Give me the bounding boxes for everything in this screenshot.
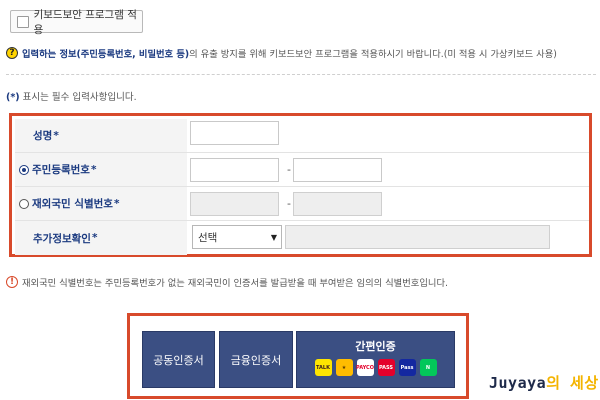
dropdown-arrow-icon: ▼ (270, 233, 277, 242)
foreign-id-label[interactable]: 재외국민 식별번호 * (15, 187, 187, 220)
foreign-id-first-input[interactable] (190, 192, 279, 216)
notice-highlight: 입력하는 정보(주민등록번호, 비밀번호 등) (22, 49, 190, 60)
dashed-divider (6, 74, 596, 75)
extra-info-select[interactable]: 선택 ▼ (192, 225, 282, 249)
certificate-options: 공동인증서 금융인증서 간편인증 TALK ★ PAYCO PASS Pass N (127, 313, 469, 399)
keyboard-notice: ? 입력하는 정보(주민등록번호, 비밀번호 등) 의 유출 방지를 위해 키보… (6, 46, 557, 60)
kb-icon: ★ (335, 359, 353, 376)
name-input[interactable] (190, 121, 279, 145)
simple-auth-icons: TALK ★ PAYCO PASS Pass N (314, 359, 437, 376)
foreign-id-radio[interactable] (19, 198, 29, 209)
foreign-id-second-input[interactable] (293, 192, 382, 216)
name-label: 성명 * (15, 119, 187, 152)
required-star: * (113, 197, 120, 210)
foreign-id-row: 재외국민 식별번호 * - (15, 187, 589, 221)
extra-info-input[interactable] (285, 225, 550, 249)
payco-icon: PAYCO (356, 359, 374, 376)
required-note-text: 표시는 필수 입력사항입니다. (19, 92, 137, 103)
required-note: (*) 표시는 필수 입력사항입니다. (6, 89, 137, 103)
rrn-label[interactable]: 주민등록번호 * (15, 153, 187, 186)
required-star: * (90, 163, 97, 176)
watermark-suffix: 의 세상 (546, 374, 599, 392)
warning-text: 재외국민 식별번호는 주민등록번호가 없는 재외국민이 인증서를 발급받을 때 … (22, 278, 448, 289)
extra-info-select-value: 선택 (198, 231, 218, 244)
rrn-second-input[interactable] (293, 158, 382, 182)
simple-auth-label: 간편인증 (355, 340, 396, 353)
name-row: 성명 * (15, 119, 589, 153)
rrn-row: 주민등록번호 * - (15, 153, 589, 187)
notice-text: 의 유출 방지를 위해 키보드보안 프로그램을 적용하시기 바랍니다.(미 적용… (189, 49, 557, 60)
pass-icon: PASS (377, 359, 395, 376)
keyboard-security-button[interactable]: 키보드보안 프로그램 적용 (10, 9, 143, 36)
keyboard-security-checkbox[interactable] (17, 15, 29, 28)
extra-info-row: 추가정보확인 * 선택 ▼ (15, 221, 589, 255)
simple-auth-button[interactable]: 간편인증 TALK ★ PAYCO PASS Pass N (296, 331, 455, 388)
required-star-marker: (*) (6, 92, 20, 103)
exclamation-circle-icon: ! (6, 276, 18, 288)
finance-certificate-button[interactable]: 금융인증서 (219, 331, 293, 388)
keyboard-security-label: 키보드보안 프로그램 적용 (33, 8, 137, 36)
extra-info-label: 추가정보확인 * (15, 221, 187, 255)
samsung-pass-icon: Pass (398, 359, 416, 376)
foreign-id-dash: - (287, 197, 291, 210)
required-star: * (91, 232, 98, 244)
foreign-id-warning: ! 재외국민 식별번호는 주민등록번호가 없는 재외국민이 인증서를 발급받을 … (6, 275, 448, 289)
required-star: * (53, 129, 59, 142)
kakao-icon: TALK (314, 359, 332, 376)
watermark-prefix: Juyaya (489, 374, 547, 392)
naver-icon: N (419, 359, 437, 376)
watermark: Juyaya의 세상 (489, 372, 599, 393)
identity-form: 성명 * 주민등록번호 * - 재외국민 식별번호 * - 추가정보확인 * 선택 ▼ (9, 113, 592, 257)
rrn-first-input[interactable] (190, 158, 279, 182)
public-certificate-button[interactable]: 공동인증서 (142, 331, 215, 388)
rrn-dash: - (287, 163, 291, 176)
rrn-radio[interactable] (19, 164, 29, 175)
question-circle-icon: ? (6, 47, 18, 59)
